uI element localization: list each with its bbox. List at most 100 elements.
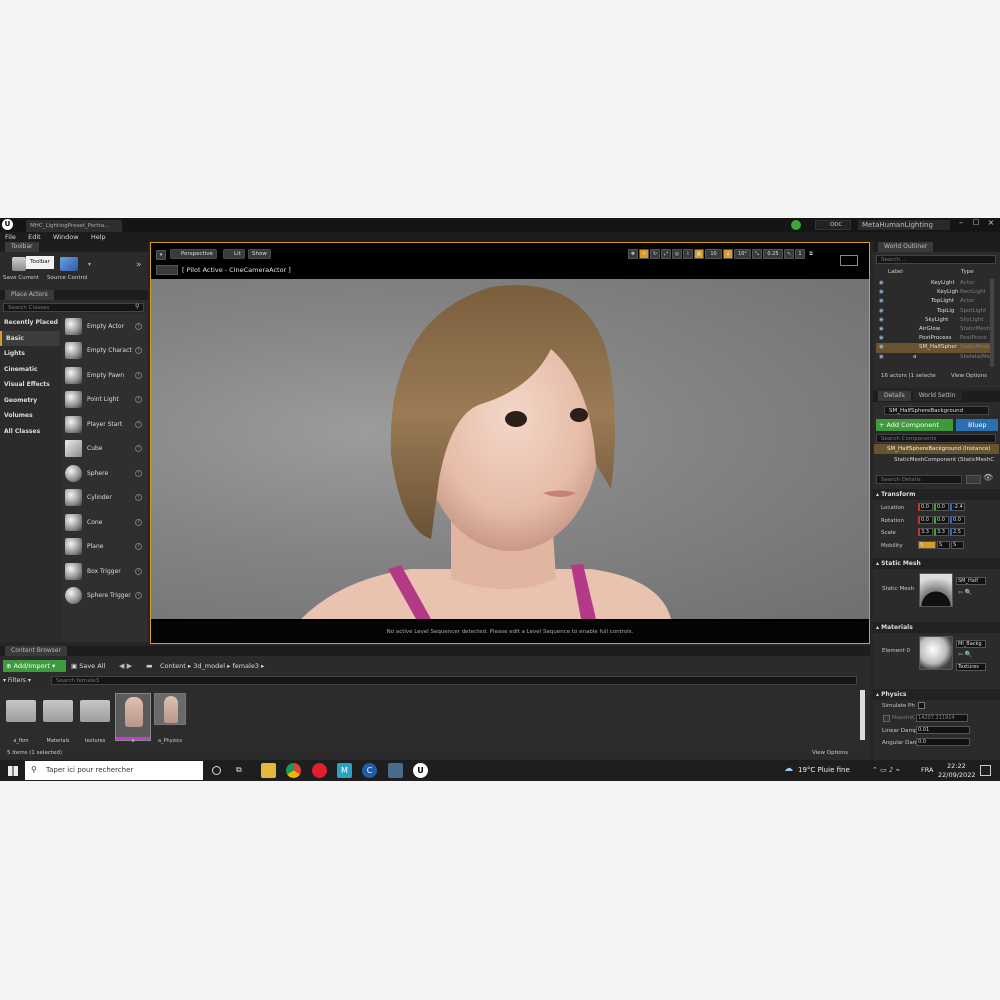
actor-item-cone[interactable]: Cone? (61, 510, 147, 535)
rotation-snap-value[interactable]: 10° (734, 249, 751, 259)
breadcrumb-content[interactable]: Content (160, 662, 186, 670)
minimize-button[interactable]: – (955, 218, 967, 231)
static-mesh-component-row[interactable]: StaticMeshComponent (StaticMeshC (894, 455, 994, 465)
menu-window[interactable]: Window (53, 233, 79, 241)
lit-button[interactable]: Lit (223, 249, 245, 259)
scale-snap-icon[interactable]: ⤡ (752, 249, 762, 259)
expand-toolbar-icon[interactable]: » (136, 260, 142, 270)
world-outliner-tab[interactable]: World Outliner (873, 242, 1000, 252)
opera-icon[interactable] (312, 763, 327, 778)
scale-y[interactable]: 3.3 (934, 528, 949, 536)
add-import-button[interactable]: ⊕ Add/Import ▾ (3, 660, 66, 672)
level-viewport[interactable]: ▾ Perspective Lit Show [ Pilot Active - … (150, 242, 870, 644)
linear-damping-field[interactable]: 0.01 (916, 726, 970, 734)
actor-item-empty-actor[interactable]: Empty Actor? (61, 314, 147, 339)
layout-menu-icon[interactable] (840, 255, 858, 266)
outliner-row[interactable]: ◉ a SkeletalMe (876, 353, 991, 362)
source-control-status-icon[interactable] (791, 220, 801, 230)
world-settings-tab[interactable]: World Settin (912, 391, 962, 401)
physics-header[interactable]: ▴ Physics (873, 689, 1000, 700)
category-lights[interactable]: Lights (0, 346, 60, 362)
menu-file[interactable]: File (5, 233, 16, 241)
camera-speed-icon[interactable]: ➴ (784, 249, 794, 259)
perspective-button[interactable]: Perspective (170, 249, 217, 259)
weather-text[interactable]: 19°C Pluie fine (798, 760, 850, 781)
asset-a-physics[interactable] (154, 693, 186, 725)
category-recently-placed[interactable]: Recently Placed (0, 315, 60, 331)
mobility-movable-toggle[interactable]: S (951, 540, 964, 549)
blueprint-button[interactable]: Bluep (956, 419, 998, 431)
place-actors-tab[interactable]: Place Actors (0, 290, 148, 300)
outliner-scrollbar[interactable] (990, 279, 994, 367)
ddc-indicator[interactable]: DDC (815, 220, 851, 230)
outliner-row[interactable]: ◉ TopLig SpotLight (876, 307, 991, 316)
mesh-browse-icons[interactable]: ⇦ 🔍 (958, 589, 972, 596)
mobility-static-toggle[interactable]: S (918, 540, 936, 549)
category-basic[interactable]: Basic (0, 330, 60, 346)
rotation-x[interactable]: 0.0 (918, 515, 933, 524)
actor-item-sphere[interactable]: Sphere? (61, 461, 147, 486)
system-tray-icons[interactable]: ⌃ ▭ ♪ ⌁ (872, 760, 900, 781)
outliner-row[interactable]: ◉ KeyLight Actor (876, 279, 991, 288)
outliner-search-input[interactable]: Search... (876, 255, 996, 264)
actor-item-player-start[interactable]: Player Start? (61, 412, 147, 437)
location-x[interactable]: 0.0 (918, 503, 933, 511)
outliner-row[interactable]: ◉ AirGlow StaticMesh (876, 325, 991, 334)
menu-edit[interactable]: Edit (28, 233, 41, 241)
static-mesh-header[interactable]: ▴ Static Mesh (873, 558, 1000, 569)
source-control-icon[interactable] (60, 257, 78, 271)
unreal-taskbar-icon[interactable]: U (413, 763, 428, 778)
object-name-field[interactable]: SM_HalfSphereBackground (884, 406, 989, 415)
folder-a-fbm[interactable] (6, 700, 36, 722)
actor-item-plane[interactable]: Plane? (61, 535, 147, 560)
actor-item-empty-pawn[interactable]: Empty Pawn? (61, 363, 147, 388)
outliner-row[interactable]: ◉ SkyLight SkyLight (876, 316, 991, 325)
world-space-icon[interactable]: ◎ (672, 249, 682, 259)
content-browser-tab[interactable]: Content Browser (0, 646, 870, 656)
category-cinematic[interactable]: Cinematic (0, 362, 60, 378)
rotation-y[interactable]: 0.0 (934, 515, 949, 524)
materials-header[interactable]: ▴ Materials (873, 622, 1000, 633)
category-geometry[interactable]: Geometry (0, 393, 60, 409)
menu-help[interactable]: Help (91, 233, 106, 241)
chevron-down-icon[interactable]: ▾ (88, 261, 91, 268)
clock-time[interactable]: 22:22 (947, 762, 966, 770)
column-type[interactable]: Type (961, 269, 974, 275)
maximize-button[interactable]: □ (970, 218, 982, 231)
location-y[interactable]: 0.0 (934, 503, 949, 511)
notification-icon[interactable] (980, 765, 991, 776)
cortana-icon[interactable] (212, 766, 221, 775)
scale-z[interactable]: 2.5 (950, 528, 965, 536)
actor-item-empty-character[interactable]: Empty Charact? (61, 339, 147, 364)
actor-item-box-trigger[interactable]: Box Trigger? (61, 559, 147, 584)
breadcrumb-3d-model[interactable]: 3d_model (193, 662, 225, 670)
static-mesh-thumbnail[interactable] (919, 573, 953, 607)
app-c-icon[interactable]: C (362, 763, 377, 778)
file-explorer-icon[interactable] (261, 763, 276, 778)
save-current-button[interactable]: Save Current (3, 275, 39, 281)
eye-icon[interactable]: 👁 (983, 473, 993, 482)
show-button[interactable]: Show (248, 249, 271, 259)
mass-field[interactable]: 14207.211914 (916, 714, 968, 722)
windows-start-icon[interactable] (8, 766, 18, 776)
filters-button[interactable]: ▾ Filters ▾ (3, 676, 31, 686)
angular-damping-field[interactable]: 0.0 (916, 738, 970, 746)
scale-x[interactable]: 3.3 (918, 528, 933, 536)
chrome-icon[interactable] (286, 763, 301, 778)
location-z[interactable]: -2.4 (950, 503, 965, 511)
outliner-row[interactable]: ◉ KeyLigh RectLight (876, 288, 991, 297)
actor-item-cube[interactable]: Cube? (61, 437, 147, 462)
app-m-icon[interactable]: M (337, 763, 352, 778)
save-icon[interactable] (12, 257, 26, 271)
rotation-z[interactable]: 0.0 (950, 515, 965, 524)
task-view-icon[interactable]: ⧉ (236, 765, 242, 775)
app-window-icon[interactable] (388, 763, 403, 778)
content-view-options[interactable]: View Options (812, 750, 848, 756)
grid-snap-value[interactable]: 10 (705, 249, 722, 259)
scale-tool-icon[interactable]: ⤢ (661, 249, 671, 259)
content-search-input[interactable]: Search female3 (51, 676, 857, 685)
search-details-input[interactable]: Search Details (876, 475, 962, 484)
mass-checkbox[interactable] (883, 715, 890, 722)
pilot-camera-icons[interactable] (156, 265, 178, 275)
move-tool-icon[interactable]: ✛ (639, 249, 649, 259)
